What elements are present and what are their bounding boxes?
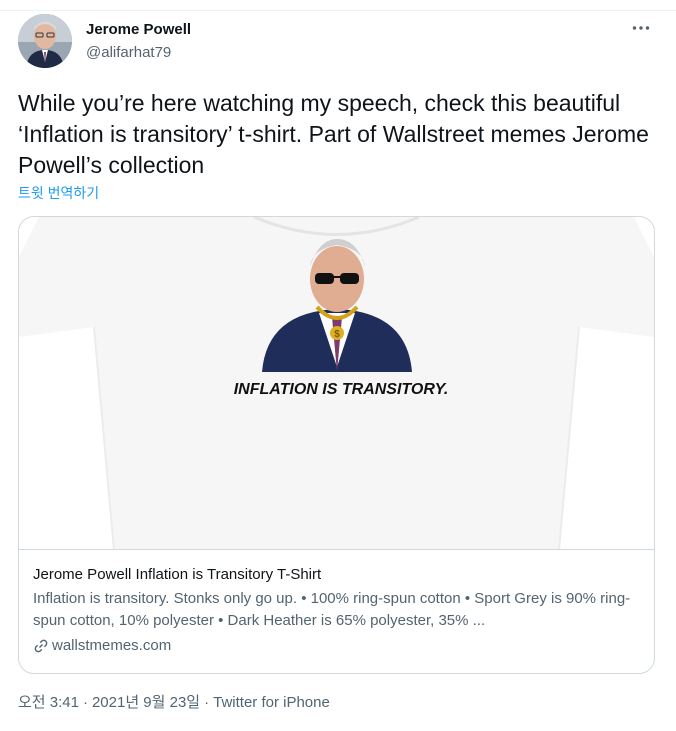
tweet-time[interactable]: 오전 3:41 <box>18 694 79 711</box>
more-icon[interactable] <box>624 14 658 42</box>
card-title: Jerome Powell Inflation is Transitory T-… <box>33 566 322 583</box>
author-names: Jerome Powell @alifarhat79 <box>86 20 191 63</box>
card-image: $ INFLATION IS TRANSITORY. <box>19 217 654 550</box>
shirt-caption: INFLATION IS TRANSITORY. <box>234 381 449 398</box>
tweet-source[interactable]: Twitter for iPhone <box>213 694 330 711</box>
display-name[interactable]: Jerome Powell <box>86 20 191 40</box>
avatar[interactable] <box>18 14 72 68</box>
card-domain: wallstmemes.com <box>33 636 643 656</box>
meta-separator: · <box>82 694 88 711</box>
card-body: Jerome Powell Inflation is Transitory T-… <box>33 565 643 656</box>
meta-separator: · <box>204 694 210 711</box>
card-description: Inflation is transitory. Stonks only go … <box>33 590 631 629</box>
link-card[interactable]: $ INFLATION IS TRANSITORY. Jerome Powell… <box>18 216 655 674</box>
card-domain-text: wallstmemes.com <box>52 637 172 654</box>
tweet-date[interactable]: 2021년 9월 23일 <box>92 694 200 711</box>
translate-tweet-link[interactable]: 트윗 번역하기 <box>18 184 99 202</box>
tweet-header: Jerome Powell @alifarhat79 <box>18 14 658 70</box>
handle[interactable]: @alifarhat79 <box>86 43 191 63</box>
link-icon <box>33 638 49 654</box>
tweet-text: While you’re here watching my speech, ch… <box>18 90 649 178</box>
tweet-meta: 오전 3:41 · 2021년 9월 23일 · Twitter for iPhone <box>18 693 330 713</box>
top-divider <box>0 10 676 11</box>
svg-text:$: $ <box>334 329 340 340</box>
